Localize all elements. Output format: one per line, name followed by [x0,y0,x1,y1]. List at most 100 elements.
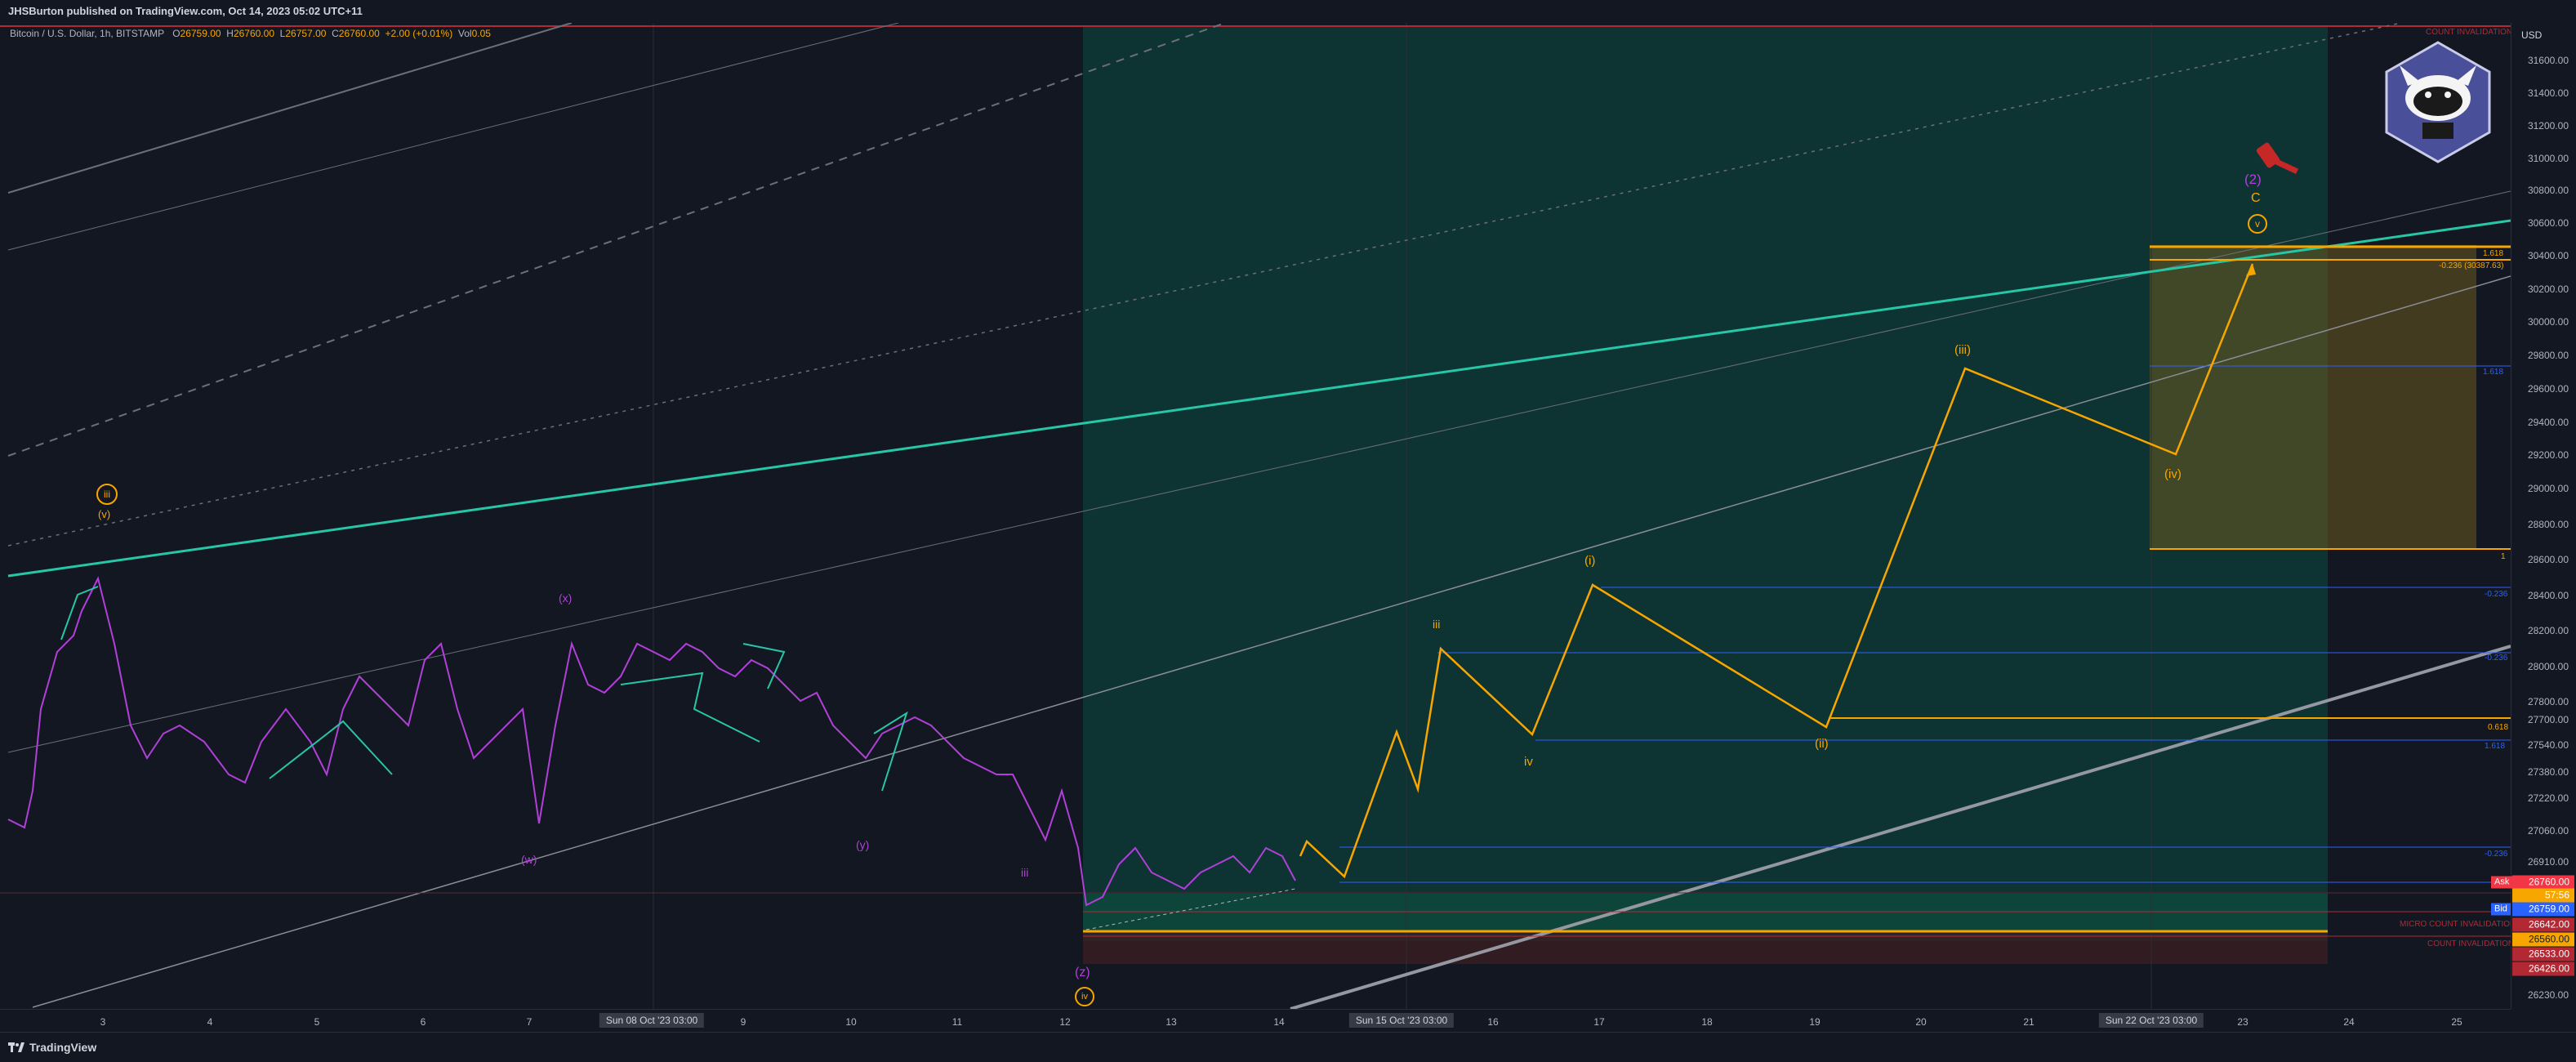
symbol-legend: Bitcoin / U.S. Dollar, 1h, BITSTAMP O267… [10,28,491,39]
fib-label-one: 1 [2501,552,2506,561]
currency-unit: USD [2521,29,2543,41]
legend-close: 26760.00 [338,28,380,39]
fib-label-neg0236-a: -0.236 [2485,590,2508,599]
price-label: 27060.00 [2527,825,2569,837]
ask-label: Ask [2491,876,2513,889]
micro-count-invalidation: MICRO COUNT INVALIDATION [2400,920,2516,929]
price-label: 28400.00 [2527,589,2569,601]
time-label: 11 [952,1016,963,1028]
time-axis[interactable]: 3 4 5 6 7 Sun 08 Oct '23 03:00 9 10 11 12 13 14 Sun … [0,1009,2511,1033]
micro-zone [1083,894,2328,931]
top-bar: JHSBurton published on TradingView.com, … [0,0,2576,24]
bid-price-tag: 26759.00 [2512,902,2574,917]
wave-label-iv-small: iv [1524,755,1533,769]
price-label: 28000.00 [2527,661,2569,672]
time-label: 5 [314,1016,320,1028]
footer: TradingView [0,1032,2576,1062]
price-label: 30800.00 [2527,185,2569,197]
time-label: 14 [1273,1016,1285,1028]
legend-volume: 0.05 [471,28,491,39]
price-label: 26230.00 [2527,989,2569,1001]
price-label: 29000.00 [2527,483,2569,494]
time-label: Sun 15 Oct '23 03:00 [1348,1013,1455,1028]
wave-label-w-paren: (w) [521,853,537,866]
time-label: 7 [526,1016,533,1028]
time-label: 9 [740,1016,747,1028]
legend-change: +2.00 (+0.01%) [385,28,453,39]
price-label: 28600.00 [2527,554,2569,566]
wave-label-iv-circle: iv [1075,987,1094,1006]
price-label: 27700.00 [2527,714,2569,725]
price-label: 26910.00 [2527,856,2569,868]
time-label: 3 [100,1016,106,1028]
price-tag-p2: 26560.00 [2512,932,2574,947]
wave-label-iii-small-2: iii [1021,866,1029,879]
projection-zone [1083,26,2328,941]
time-label: 24 [2343,1016,2355,1028]
wave-label-iii-circle: iii [96,484,118,505]
fib-label-1618-blue: 1.618 [2483,368,2504,377]
time-label: 21 [2023,1016,2035,1028]
gavel-icon [2256,142,2299,174]
price-label: 29800.00 [2527,350,2569,362]
published-info: JHSBurton published on TradingView.com, … [8,5,363,17]
count-invalidation-top: COUNT INVALIDATION [2426,28,2513,37]
price-label: 30000.00 [2527,316,2569,328]
price-label: 30600.00 [2527,217,2569,230]
price-label: 28800.00 [2527,518,2569,530]
chart-canvas[interactable] [0,23,2511,1009]
time-label: 17 [1593,1016,1605,1028]
time-label: 6 [420,1016,426,1028]
wave-label-iv-paren: (iv) [2164,467,2182,481]
footer-brand: TradingView [29,1041,97,1054]
wave-label-c: C [2251,191,2261,205]
wave-label-z-paren: (z) [1075,966,1090,979]
time-label: 19 [1809,1016,1821,1028]
time-label: 20 [1915,1016,1927,1028]
price-label: 31000.00 [2527,152,2569,164]
price-label: 30400.00 [2527,250,2569,261]
price-label: 31200.00 [2527,119,2569,132]
time-label: Sun 08 Oct '23 03:00 [599,1013,705,1028]
time-label: 12 [1059,1016,1071,1028]
price-label: 27540.00 [2527,739,2569,751]
countdown-tag: 57:56 [2512,888,2574,903]
tradingview-logo-icon [8,1042,25,1052]
price-tag-p3: 26533.00 [2512,947,2574,962]
price-axis[interactable]: USD 31600.00 31400.00 31200.00 31000.00 3080… [2511,23,2576,1009]
brand-logo-icon [2385,41,2491,163]
legend-low: 26757.00 [285,28,327,39]
price-tag-p4: 26426.00 [2512,962,2574,976]
time-label: 10 [845,1016,857,1028]
fib-label-neg0236-top: -0.236 (30387.63) [2439,261,2504,270]
fib-label-1618-top: 1.618 [2483,249,2504,258]
price-label: 29400.00 [2527,416,2569,428]
time-label: 25 [2451,1016,2462,1028]
bid-label: Bid [2491,903,2511,916]
price-label: 27800.00 [2527,696,2569,708]
fib-label-neg0236-c: -0.236 [2485,850,2508,859]
price-label: 28200.00 [2527,625,2569,637]
wave-label-ii-paren: (ii) [1815,737,1829,751]
time-label: 16 [1487,1016,1499,1028]
count-invalidation-bottom: COUNT INVALIDATION [2427,939,2515,948]
price-label: 27380.00 [2527,765,2569,778]
time-label: 13 [1165,1016,1177,1028]
fib-label-1618-c: 1.618 [2485,742,2506,751]
ask-price-tag: 26760.00 [2512,875,2574,890]
time-label: 18 [1701,1016,1713,1028]
wave-label-iii-paren: (iii) [1954,343,1971,357]
fib-label-neg0236-b: -0.236 [2485,654,2508,663]
wave-label-x-paren: (x) [559,591,573,605]
wave-label-i-paren: (i) [1584,554,1596,568]
price-tag-p1: 26642.00 [2512,917,2574,932]
price-label: 27220.00 [2527,792,2569,804]
time-label: 23 [2237,1016,2248,1028]
price-label: 31600.00 [2527,55,2569,66]
symbol-name[interactable]: Bitcoin / U.S. Dollar, 1h, BITSTAMP [10,28,164,39]
price-label: 29200.00 [2527,449,2569,462]
price-label: 29600.00 [2527,382,2569,395]
fib-label-0618: 0.618 [2488,723,2509,732]
time-label: Sun 22 Oct '23 03:00 [2098,1013,2204,1028]
time-label: 4 [207,1016,213,1028]
